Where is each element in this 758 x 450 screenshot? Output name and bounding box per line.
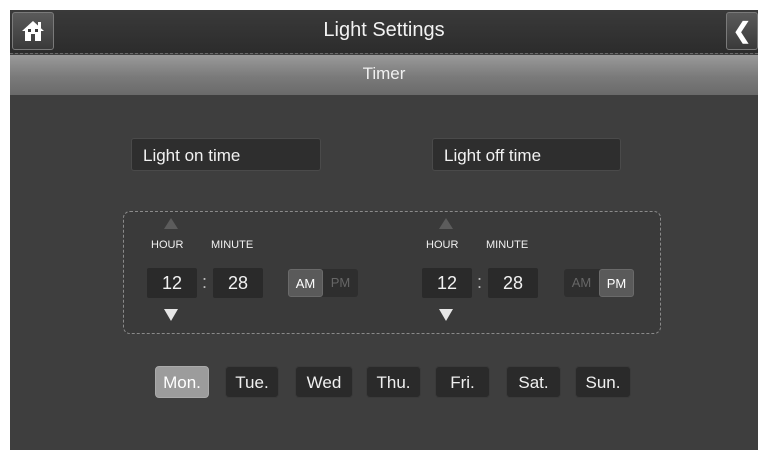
off-hour-down-arrow-icon[interactable] [439,309,453,321]
on-hour-label: HOUR [151,239,184,251]
on-hour-down-arrow-icon[interactable] [164,309,178,321]
on-time-separator: : [202,272,208,292]
time-picker-panel: HOUR MINUTE 12 : 28 AM PM HOUR MINUTE 12… [123,211,661,334]
on-pm-option[interactable]: PM [323,269,358,297]
off-time-separator: : [477,272,483,292]
on-minute-value[interactable]: 28 [212,267,264,299]
light-off-time-label: Light off time [432,138,621,171]
off-minute-label: MINUTE [486,239,529,251]
on-hour-up-arrow-icon[interactable] [164,218,178,229]
title-bar: Light Settings ❮ [10,10,758,54]
day-button-thu[interactable]: Thu. [366,366,421,398]
off-hour-value[interactable]: 12 [421,267,473,299]
off-hour-label: HOUR [426,239,459,251]
on-minute-label: MINUTE [211,239,254,251]
light-settings-screen: Light Settings ❮ Timer Light on time Lig… [10,10,758,450]
day-button-sun[interactable]: Sun. [575,366,631,398]
off-ampm-toggle[interactable]: AM PM [564,269,634,297]
light-on-time-label: Light on time [131,138,321,171]
day-button-tue[interactable]: Tue. [225,366,279,398]
off-minute-value[interactable]: 28 [487,267,539,299]
day-button-sat[interactable]: Sat. [506,366,561,398]
day-button-mon[interactable]: Mon. [155,366,209,398]
off-am-option[interactable]: AM [564,269,599,297]
day-button-wed[interactable]: Wed [295,366,353,398]
day-button-fri[interactable]: Fri. [435,366,490,398]
off-hour-up-arrow-icon[interactable] [439,218,453,229]
on-am-option[interactable]: AM [288,269,323,297]
on-hour-value[interactable]: 12 [146,267,198,299]
off-pm-option[interactable]: PM [599,269,634,297]
on-ampm-toggle[interactable]: AM PM [288,269,358,297]
chevron-left-icon: ❮ [732,18,752,43]
timer-section-header: Timer [10,55,758,95]
back-button[interactable]: ❮ [726,12,758,50]
page-title: Light Settings [323,19,445,41]
